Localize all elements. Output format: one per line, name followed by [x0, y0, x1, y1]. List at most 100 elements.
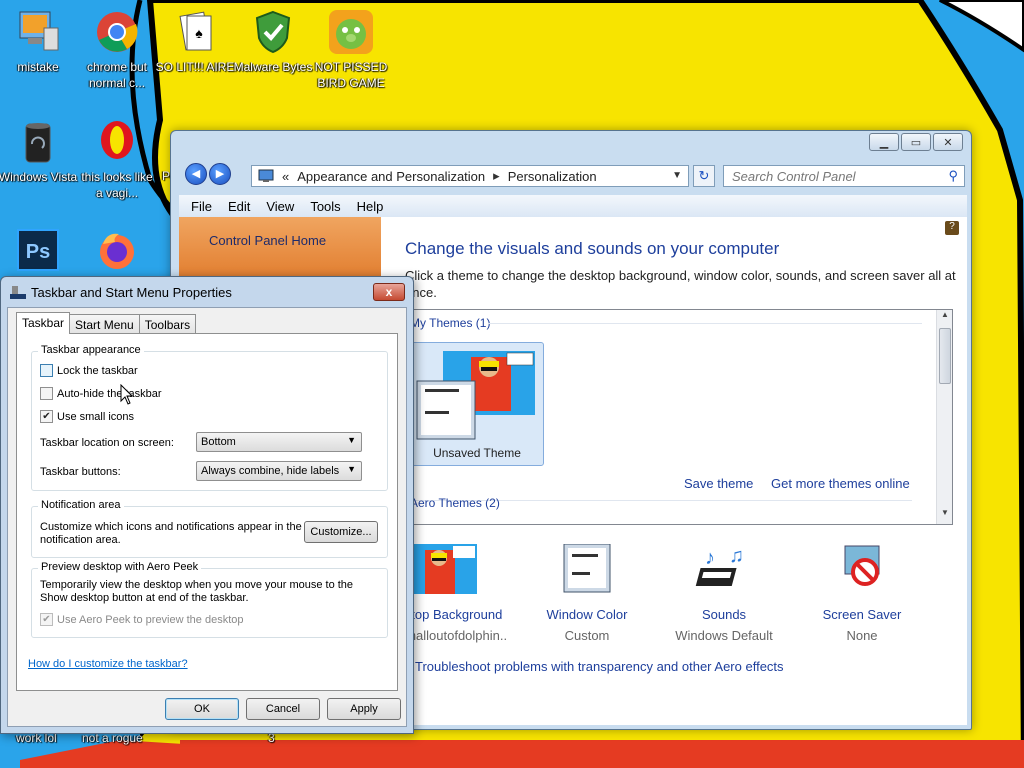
aero-peek-checkbox[interactable]: ✔ Use Aero Peek to preview the desktop [40, 613, 244, 626]
green-pig-icon [329, 10, 373, 54]
scroll-down-icon[interactable]: ▼ [937, 508, 952, 524]
close-button[interactable]: ✕ [933, 133, 963, 151]
theme-list-scrollbar[interactable]: ▲ ▼ [936, 310, 952, 524]
address-dropdown-icon[interactable]: ▼ [672, 170, 682, 181]
save-theme-link[interactable]: Save theme [684, 476, 753, 491]
theme-name: Unsaved Theme [433, 446, 521, 460]
tab-start-menu[interactable]: Start Menu [69, 314, 140, 334]
svg-text:♠: ♠ [195, 25, 203, 41]
desktop-icon-windows-vista[interactable]: Windows Vista [0, 118, 78, 185]
scroll-thumb[interactable] [939, 328, 951, 384]
sounds-label[interactable]: Sounds [659, 607, 789, 622]
search-placeholder: Search Control Panel [732, 169, 856, 184]
desktop-icon-photoshop[interactable]: Ps [0, 226, 78, 274]
buttons-select[interactable]: Always combine, hide labels ▼ [196, 461, 362, 481]
help-icon[interactable]: ? [945, 221, 959, 235]
maximize-button[interactable]: ▭ [901, 133, 931, 151]
screen-saver-value: None [846, 628, 878, 643]
menu-tools[interactable]: Tools [310, 199, 340, 214]
sounds-item[interactable]: ♪ ♫ Sounds Windows Default [659, 544, 789, 643]
back-arrow-icon: ◀ [191, 168, 201, 180]
troubleshoot-link[interactable]: Troubleshoot problems with transparency … [415, 659, 784, 674]
auto-hide-label: Auto-hide the taskbar [57, 387, 162, 400]
dialog-close-button[interactable]: x [373, 283, 405, 301]
refresh-icon: ↻ [698, 168, 710, 183]
aero-peek-group: Preview desktop with Aero Peek Temporari… [31, 561, 388, 638]
aero-peek-label: Preview desktop with Aero Peek [38, 561, 202, 573]
taskbar-tab-panel: Taskbar appearance Lock the taskbar Auto… [16, 333, 398, 691]
desktop-icon-firefox[interactable] [77, 226, 157, 274]
checkbox-box[interactable] [40, 364, 53, 377]
theme-preview-thumbnail [416, 351, 535, 440]
computer-icon [19, 11, 59, 51]
desktop-icon-opera[interactable]: this looks like a vagi... [77, 118, 157, 201]
ok-button[interactable]: OK [165, 698, 239, 720]
screen-saver-item[interactable]: Screen Saver None [797, 544, 927, 643]
checkbox-box[interactable] [40, 387, 53, 400]
shield-icon [255, 10, 291, 54]
window-color-item[interactable]: Window Color Custom [522, 543, 652, 643]
customize-taskbar-help-link[interactable]: How do I customize the taskbar? [28, 658, 188, 670]
menu-file[interactable]: File [191, 199, 212, 214]
back-button[interactable]: ◀ [185, 163, 207, 185]
lock-taskbar-checkbox[interactable]: Lock the taskbar [40, 364, 138, 377]
cancel-button[interactable]: Cancel [246, 698, 320, 720]
taskbar-appearance-label: Taskbar appearance [38, 344, 144, 356]
forward-button[interactable]: ▶ [209, 163, 231, 185]
menu-view[interactable]: View [266, 199, 294, 214]
auto-hide-checkbox[interactable]: Auto-hide the taskbar [40, 387, 162, 400]
breadcrumb-prefix[interactable]: « [282, 169, 289, 184]
mouse-cursor-icon [120, 384, 134, 405]
screen-saver-label[interactable]: Screen Saver [797, 607, 927, 622]
search-icon[interactable]: ⚲ [948, 168, 958, 184]
notification-area-group: Notification area Customize which icons … [31, 499, 388, 558]
desktop-icon-malwarebytes[interactable]: Malware Bytes [233, 8, 313, 75]
get-more-themes-link[interactable]: Get more themes online [771, 476, 910, 491]
small-icons-checkbox[interactable]: ✔ Use small icons [40, 410, 134, 423]
window-color-icon [563, 543, 611, 593]
taskbar-appearance-group: Taskbar appearance Lock the taskbar Auto… [31, 344, 388, 491]
control-panel-home-link[interactable]: Control Panel Home [209, 233, 326, 248]
dropdown-arrow-icon: ▼ [347, 435, 356, 445]
desktop-icon-mistake[interactable]: mistake [0, 8, 78, 75]
window-color-label[interactable]: Window Color [522, 607, 652, 622]
theme-unsaved[interactable]: Unsaved Theme [410, 342, 544, 466]
screen-saver-icon [844, 545, 880, 586]
address-bar[interactable]: « Appearance and Personalization ▸ Perso… [251, 165, 689, 187]
left-task-pane: Control Panel Home [179, 217, 381, 277]
desktop-icon-chrome[interactable]: chrome but normal c... [77, 8, 157, 91]
location-select[interactable]: Bottom ▼ [196, 432, 362, 452]
breadcrumb-personalization[interactable]: Personalization [508, 169, 597, 184]
breadcrumb-separator-icon: ▸ [493, 168, 500, 183]
tab-toolbars[interactable]: Toolbars [138, 314, 197, 334]
sounds-value: Windows Default [675, 628, 773, 643]
taskbar-properties-dialog: Taskbar and Start Menu Properties x Task… [0, 276, 414, 734]
theme-list[interactable]: My Themes (1) Unsaved Theme Save theme G… [405, 309, 953, 525]
svg-text:♫: ♫ [729, 545, 744, 567]
menu-help[interactable]: Help [357, 199, 384, 214]
apply-button[interactable]: Apply [327, 698, 401, 720]
personalization-items: Desktop Background Iandimalloutofdolphin… [377, 543, 969, 647]
customize-button[interactable]: Customize... [304, 521, 378, 543]
lock-taskbar-label: Lock the taskbar [57, 364, 138, 377]
aero-themes-label: Aero Themes (2) [410, 496, 500, 510]
desktop-icon-bird-game[interactable]: NOT PISSED BIRD GAME [311, 8, 391, 91]
scroll-up-icon[interactable]: ▲ [937, 310, 952, 326]
window-color-value: Custom [564, 628, 610, 643]
menu-edit[interactable]: Edit [228, 199, 250, 214]
minimize-button[interactable]: ▁ [869, 133, 899, 151]
desktop-icon-solitaire[interactable]: ♠ SO LIT!!! AIRE [155, 8, 235, 75]
refresh-button[interactable]: ↻ [693, 165, 715, 187]
desktop-background-icon [407, 544, 477, 594]
page-description: Click a theme to change the desktop back… [405, 268, 956, 300]
notification-description: Customize which icons and notifications … [40, 521, 302, 546]
search-input[interactable]: Search Control Panel ⚲ [723, 165, 965, 187]
checkmark-icon[interactable]: ✔ [40, 410, 53, 423]
checkmark-icon[interactable]: ✔ [40, 613, 53, 626]
playing-cards-icon: ♠ [179, 11, 212, 51]
forward-arrow-icon: ▶ [215, 168, 225, 180]
tab-taskbar[interactable]: Taskbar [16, 312, 71, 334]
breadcrumb-appearance[interactable]: Appearance and Personalization [297, 169, 485, 184]
dialog-body: Taskbar Start Menu Toolbars Taskbar appe… [7, 307, 407, 727]
dialog-tabs: Taskbar Start Menu Toolbars [16, 312, 197, 334]
